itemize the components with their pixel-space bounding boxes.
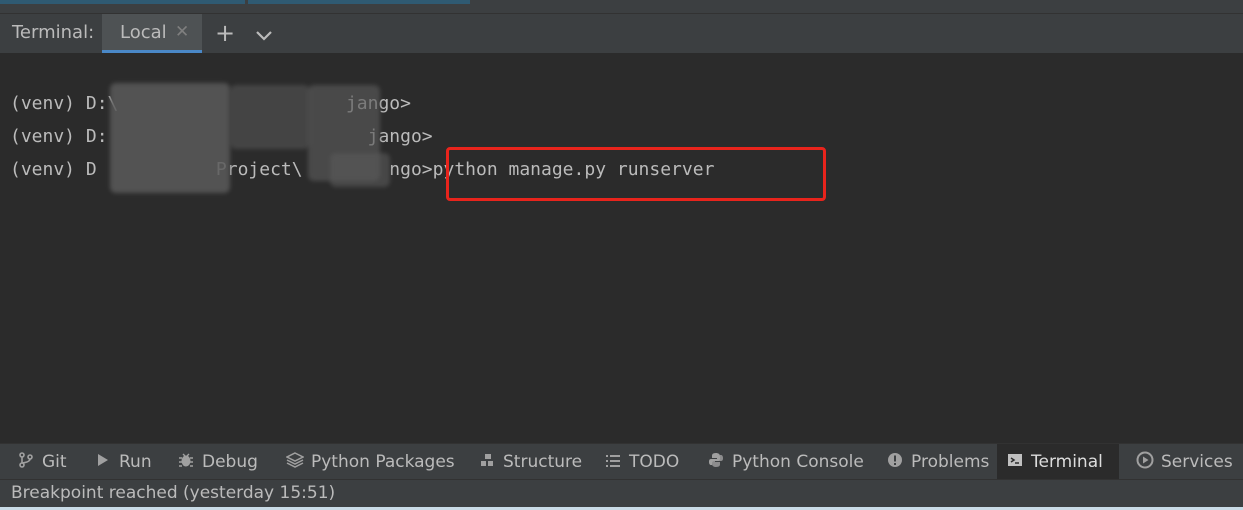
tool-window-problems[interactable]: Problems	[877, 444, 997, 480]
terminal-header: Terminal: Local ✕ +	[0, 13, 1243, 53]
terminal-output[interactable]: (venv) D:\ jango> (venv) D: jango> (venv…	[0, 53, 1243, 443]
run-icon	[93, 452, 113, 472]
packages-icon	[285, 452, 305, 472]
services-icon	[1135, 451, 1155, 473]
tab-local[interactable]: Local ✕	[102, 14, 202, 53]
tool-window-label: Git	[42, 452, 67, 472]
tool-window-structure[interactable]: Structure	[469, 444, 590, 480]
debug-icon	[176, 452, 196, 472]
tool-window-label: Problems	[911, 452, 990, 472]
tool-window-services[interactable]: Services	[1127, 444, 1241, 480]
tool-window-label: Python Console	[732, 452, 864, 472]
chevron-down-icon[interactable]	[254, 23, 274, 53]
add-terminal-button[interactable]: +	[215, 18, 235, 48]
tool-window-python-console[interactable]: Python Console	[698, 444, 872, 480]
top-strip	[0, 0, 1243, 13]
tool-window-python-packages[interactable]: Python Packages	[277, 444, 463, 480]
tool-window-label: Debug	[202, 452, 258, 472]
tool-window-label: Run	[119, 452, 152, 472]
tool-window-git[interactable]: Git	[8, 444, 75, 480]
redaction-blur	[330, 153, 390, 187]
structure-icon	[477, 452, 497, 472]
redaction-blur	[110, 83, 230, 193]
git-icon	[16, 452, 36, 472]
todo-icon	[603, 453, 623, 472]
python-icon	[706, 452, 726, 472]
top-strip-segment	[248, 0, 470, 4]
command-highlight-box	[446, 147, 826, 201]
tool-window-label: TODO	[629, 452, 680, 472]
redaction-blur	[230, 85, 310, 149]
tool-window-label: Python Packages	[311, 452, 455, 472]
tool-window-run[interactable]: Run	[85, 444, 160, 480]
tab-local-label: Local	[120, 22, 167, 43]
problems-icon	[885, 452, 905, 472]
status-bar: Breakpoint reached (yesterday 15:51)	[0, 479, 1243, 510]
tool-window-label: Terminal	[1031, 452, 1103, 472]
tool-window-terminal[interactable]: Terminal	[997, 444, 1119, 480]
top-strip-segment	[0, 0, 245, 4]
close-icon[interactable]: ✕	[175, 22, 189, 42]
status-message[interactable]: Breakpoint reached (yesterday 15:51)	[11, 483, 335, 503]
tool-window-bar: Git Run Debug Python Packages Structure …	[0, 443, 1243, 480]
terminal-title: Terminal:	[12, 22, 95, 43]
tool-window-label: Services	[1161, 452, 1233, 472]
tool-window-todo[interactable]: TODO	[595, 444, 687, 480]
terminal-icon	[1005, 452, 1025, 472]
tool-window-debug[interactable]: Debug	[168, 444, 266, 480]
tool-window-label: Structure	[503, 452, 583, 472]
